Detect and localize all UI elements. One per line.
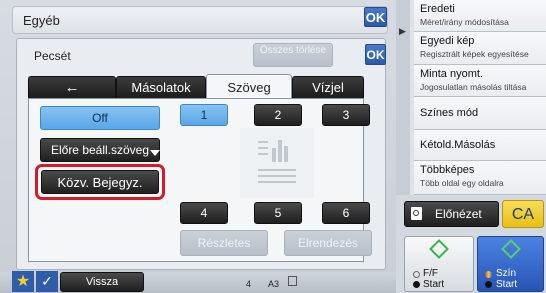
position-4-label: 4: [200, 206, 208, 220]
tab-copies-label: Másolatok: [131, 80, 191, 95]
sidebar-item-multi-image-subtitle: Több oldal egy oldalra: [420, 178, 504, 188]
preview-label: Előnézet: [435, 207, 482, 221]
preset-text-button[interactable]: Előre beáll.szöveg: [40, 138, 160, 162]
bw-start-line1: F/F: [423, 268, 438, 279]
position-button-4[interactable]: 4: [180, 202, 228, 224]
window-ok-button[interactable]: OK: [364, 7, 387, 27]
clear-all-label: Összes törlése: [259, 45, 327, 56]
ca-button[interactable]: CA: [502, 200, 544, 228]
sidebar-item-original-title: Eredeti: [420, 3, 455, 15]
tab-watermark-label: Vízjel: [312, 80, 344, 95]
bw-start-line2: Start: [423, 279, 445, 290]
sidebar-item-custom-image-title: Egyedi kép: [420, 35, 475, 47]
sidebar-toggle-icon[interactable]: ▶: [396, 0, 410, 200]
position-button-1[interactable]: 1: [180, 104, 228, 126]
status-icon: [288, 276, 297, 286]
sidebar-item-multi-image[interactable]: Többképes Több oldal egy oldalra: [414, 161, 546, 195]
sidebar-item-custom-image[interactable]: Egyedi kép Regisztrált képek egyesítése: [414, 32, 546, 65]
back-tab-button[interactable]: ←: [28, 76, 116, 98]
sidebar-item-duplex-title: Kétold.Másolás: [420, 139, 496, 151]
sidebar-item-color-mode[interactable]: Színes mód: [414, 97, 546, 130]
sidebar-item-custom-image-subtitle: Regisztrált képek egyesítése: [420, 49, 529, 59]
sidebar-item-pattern-print[interactable]: Minta nyomt. Jogosulatlan másolás tiltás…: [414, 65, 546, 97]
star-icon[interactable]: ★: [12, 271, 34, 292]
details-button: Részletes: [180, 230, 268, 256]
paper-size: A3: [268, 279, 280, 289]
off-label: Off: [92, 111, 108, 125]
tab-copies[interactable]: Másolatok: [116, 76, 206, 98]
position-button-5[interactable]: 5: [254, 202, 302, 224]
bw-start-button[interactable]: F/F Start: [404, 236, 474, 292]
preset-dropdown-icon: [150, 150, 160, 156]
back-arrow-icon: ←: [64, 79, 80, 96]
sidebar-item-pattern-print-subtitle: Jogosulatlan másolás tiltása: [420, 82, 527, 92]
sidebar-item-original-subtitle: Méret/irány módosítása: [420, 17, 509, 27]
sidebar-item-multi-image-title: Többképes: [420, 164, 475, 176]
color-start-line1: Szín: [496, 268, 517, 279]
copies-count: 4: [246, 279, 252, 289]
color-start-button[interactable]: Szín Start: [477, 236, 544, 292]
color-start-green-icon: [501, 239, 521, 259]
position-button-3[interactable]: 3: [322, 104, 370, 126]
preset-text-label: Előre beáll.szöveg: [50, 143, 150, 157]
position-2-label: 2: [274, 108, 282, 122]
tab-watermark[interactable]: Vízjel: [292, 76, 364, 98]
bw-start-green-icon: [429, 239, 449, 259]
color-start-line2: Start: [496, 279, 518, 290]
back-label: Vissza: [85, 276, 119, 288]
details-label: Részletes: [197, 236, 251, 250]
dialog-title: Pecsét: [34, 49, 71, 63]
layout-label: Elrendezés: [297, 236, 359, 250]
tab-text[interactable]: Szöveg: [206, 74, 292, 99]
preview-icon: [411, 207, 422, 220]
sidebar-item-duplex[interactable]: Kétold.Másolás: [414, 130, 546, 161]
sidebar-item-original[interactable]: Eredeti Méret/irány módosítása: [414, 0, 546, 32]
position-5-label: 5: [274, 206, 282, 220]
off-button[interactable]: Off: [40, 106, 160, 130]
position-button-6[interactable]: 6: [322, 202, 370, 224]
position-button-2[interactable]: 2: [254, 104, 302, 126]
custom-entry-label: Közv. Bejegyz.: [57, 175, 143, 190]
check-icon[interactable]: ✓: [36, 271, 58, 292]
clear-all-button: Összes törlése: [253, 43, 333, 67]
position-1-label: 1: [200, 108, 208, 122]
custom-entry-button[interactable]: Közv. Bejegyz.: [41, 170, 159, 194]
window-header: Egyéb: [12, 6, 388, 34]
position-3-label: 3: [342, 108, 350, 122]
window-title: Egyéb: [23, 13, 60, 28]
layout-button: Elrendezés: [284, 230, 372, 256]
tab-text-label: Szöveg: [227, 80, 271, 95]
sidebar-item-pattern-print-title: Minta nyomt.: [420, 68, 483, 80]
page-preview-icon: [240, 128, 314, 198]
back-button[interactable]: Vissza: [60, 272, 144, 292]
sidebar-item-color-mode-title: Színes mód: [420, 107, 479, 119]
position-6-label: 6: [342, 206, 350, 220]
dialog-ok-button[interactable]: OK: [365, 44, 386, 65]
